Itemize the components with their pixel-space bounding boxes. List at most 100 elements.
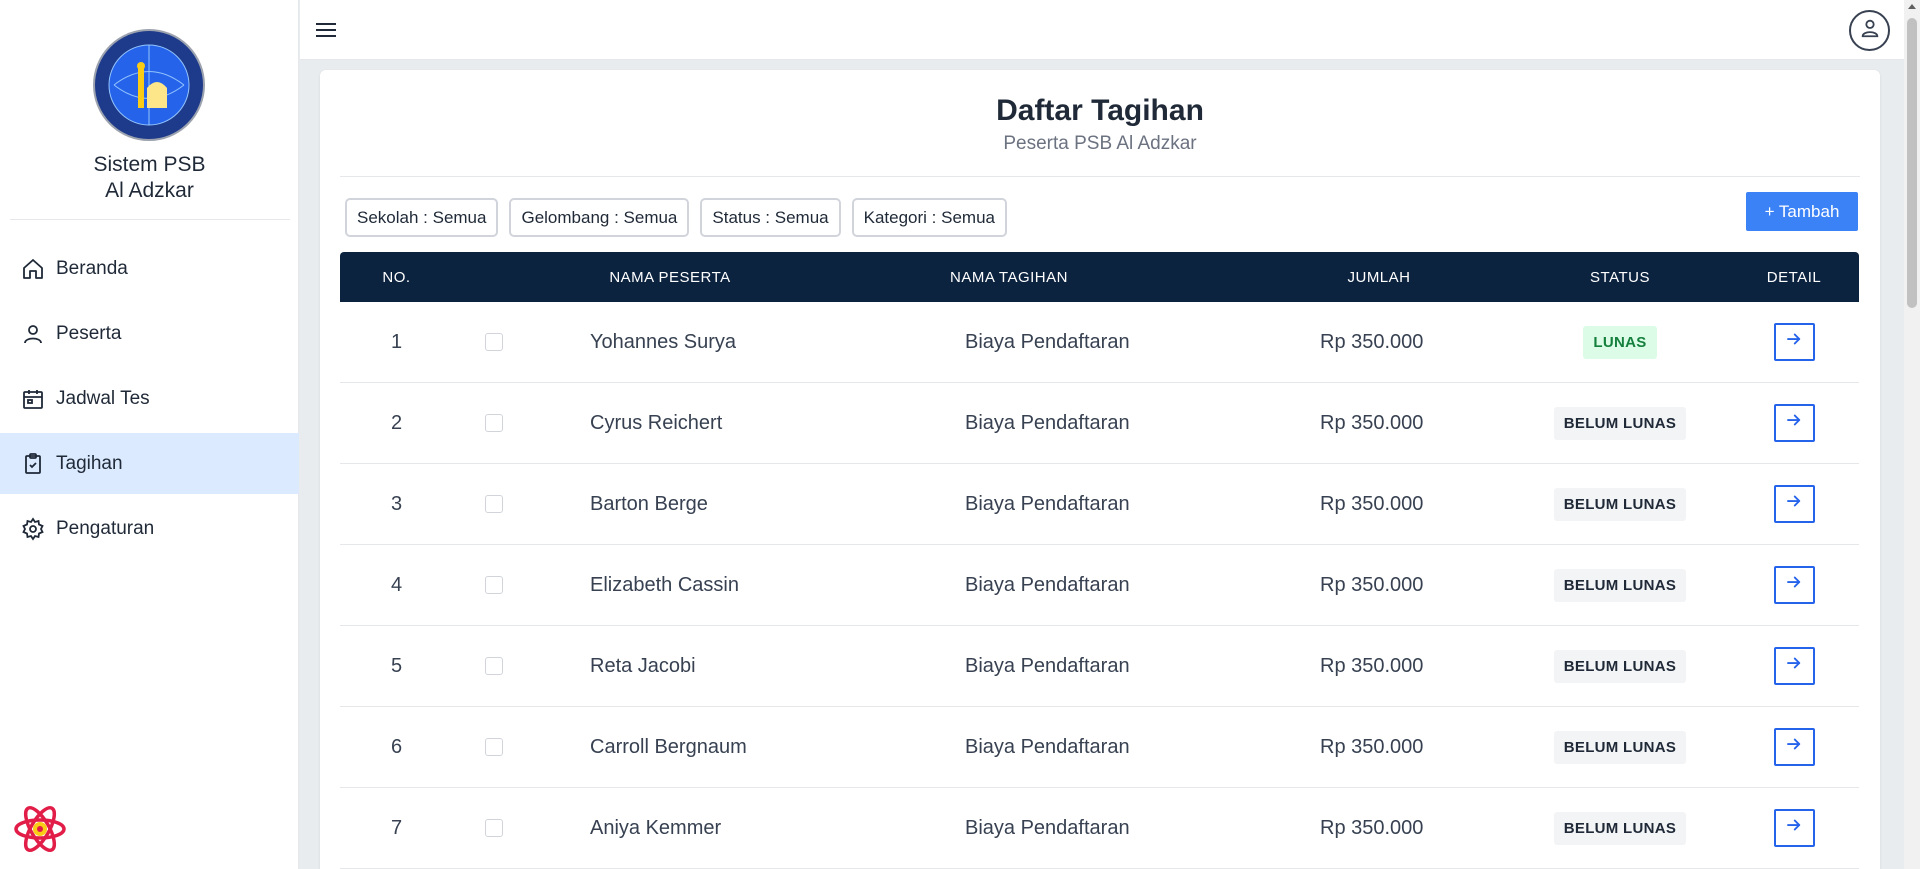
user-icon bbox=[21, 322, 45, 346]
sidebar-item-beranda[interactable]: Beranda bbox=[0, 238, 299, 299]
table-row: 7 Aniya Kemmer Biaya Pendaftaran Rp 350.… bbox=[340, 788, 1859, 869]
table-row: 5 Reta Jacobi Biaya Pendaftaran Rp 350.0… bbox=[340, 626, 1859, 707]
gear-icon bbox=[21, 516, 45, 541]
arrow-right-icon bbox=[1785, 411, 1803, 435]
detail-button[interactable] bbox=[1773, 809, 1815, 847]
school-logo[interactable] bbox=[92, 28, 206, 142]
user-avatar-icon bbox=[1859, 17, 1881, 44]
bill-name: Biaya Pendaftaran bbox=[965, 330, 1130, 353]
sidebar-item-pengaturan[interactable]: Pengaturan bbox=[0, 498, 299, 559]
scrollbar-thumb[interactable] bbox=[1907, 18, 1917, 308]
arrow-right-icon bbox=[1785, 735, 1803, 759]
bill-name: Biaya Pendaftaran bbox=[965, 492, 1130, 515]
col-detail: DETAIL bbox=[1766, 268, 1822, 286]
sidebar-item-peserta[interactable]: Peserta bbox=[0, 303, 299, 364]
detail-button[interactable] bbox=[1773, 566, 1815, 604]
menu-icon[interactable] bbox=[314, 18, 338, 42]
react-logo-icon bbox=[12, 804, 68, 854]
row-number: 7 bbox=[390, 816, 403, 839]
arrow-right-icon bbox=[1785, 330, 1803, 354]
status-badge: LUNAS bbox=[1583, 325, 1657, 359]
bill-name: Biaya Pendaftaran bbox=[965, 573, 1130, 596]
status-badge: BELUM LUNAS bbox=[1553, 649, 1687, 683]
filter-sekolah[interactable]: Sekolah : Semua bbox=[345, 198, 499, 237]
status-badge: BELUM LUNAS bbox=[1553, 568, 1687, 602]
topbar bbox=[300, 0, 1904, 60]
row-number: 4 bbox=[390, 573, 403, 596]
sidebar-item-label: Peserta bbox=[56, 322, 122, 344]
filter-status[interactable]: Status : Semua bbox=[700, 198, 841, 237]
bill-amount: Rp 350.000 bbox=[1320, 654, 1424, 677]
row-checkbox[interactable] bbox=[485, 819, 503, 837]
col-nama-tagihan: NAMA TAGIHAN bbox=[950, 268, 1068, 286]
bill-amount: Rp 350.000 bbox=[1320, 816, 1424, 839]
participant-name: Reta Jacobi bbox=[590, 654, 696, 677]
row-checkbox[interactable] bbox=[485, 576, 503, 594]
profile-button[interactable] bbox=[1849, 10, 1890, 51]
brand-line-2: Al Adzkar bbox=[105, 179, 194, 202]
filter-bar: Sekolah : Semua Gelombang : Semua Status… bbox=[345, 198, 1007, 237]
col-no: NO. bbox=[382, 268, 411, 286]
bill-name: Biaya Pendaftaran bbox=[965, 654, 1130, 677]
divider bbox=[340, 176, 1860, 177]
sidebar-item-label: Tagihan bbox=[56, 452, 123, 474]
scroll-up-icon[interactable] bbox=[1908, 4, 1916, 9]
arrow-right-icon bbox=[1785, 816, 1803, 840]
participant-name: Aniya Kemmer bbox=[590, 816, 722, 839]
col-status: STATUS bbox=[1590, 268, 1650, 286]
arrow-right-icon bbox=[1785, 573, 1803, 597]
bill-amount: Rp 350.000 bbox=[1320, 573, 1424, 596]
bill-amount: Rp 350.000 bbox=[1320, 735, 1424, 758]
row-checkbox[interactable] bbox=[485, 738, 503, 756]
arrow-right-icon bbox=[1785, 492, 1803, 516]
brand-line-1: Sistem PSB bbox=[93, 153, 206, 176]
sidebar-item-label: Pengaturan bbox=[56, 517, 155, 539]
bill-name: Biaya Pendaftaran bbox=[965, 816, 1130, 839]
table-row: 3 Barton Berge Biaya Pendaftaran Rp 350.… bbox=[340, 464, 1859, 545]
sidebar-item-tagihan[interactable]: Tagihan bbox=[0, 433, 299, 494]
detail-button[interactable] bbox=[1773, 404, 1815, 442]
sidebar-item-label: Jadwal Tes bbox=[56, 387, 150, 409]
sidebar-item-jadwal-tes[interactable]: Jadwal Tes bbox=[0, 368, 299, 429]
page-scrollbar[interactable] bbox=[1904, 0, 1920, 869]
bill-amount: Rp 350.000 bbox=[1320, 411, 1424, 434]
table-row: 6 Carroll Bergnaum Biaya Pendaftaran Rp … bbox=[340, 707, 1859, 788]
sidebar: Sistem PSB Al Adzkar Beranda Peserta Jad… bbox=[0, 0, 299, 869]
table-header: NO. NAMA PESERTA NAMA TAGIHAN JUMLAH STA… bbox=[340, 252, 1859, 302]
participant-name: Carroll Bergnaum bbox=[590, 735, 747, 758]
row-checkbox[interactable] bbox=[485, 414, 503, 432]
filter-gelombang[interactable]: Gelombang : Semua bbox=[509, 198, 690, 237]
row-checkbox[interactable] bbox=[485, 333, 503, 351]
row-checkbox[interactable] bbox=[485, 495, 503, 513]
calendar-icon bbox=[21, 387, 45, 411]
row-number: 1 bbox=[390, 330, 403, 353]
row-checkbox[interactable] bbox=[485, 657, 503, 675]
table-row: 1 Yohannes Surya Biaya Pendaftaran Rp 35… bbox=[340, 302, 1859, 383]
status-badge: BELUM LUNAS bbox=[1553, 487, 1687, 521]
main-card: Daftar Tagihan Peserta PSB Al Adzkar Sek… bbox=[320, 70, 1880, 869]
status-badge: BELUM LUNAS bbox=[1553, 811, 1687, 845]
participant-name: Barton Berge bbox=[590, 492, 708, 515]
detail-button[interactable] bbox=[1773, 647, 1815, 685]
detail-button[interactable] bbox=[1773, 323, 1815, 361]
bill-amount: Rp 350.000 bbox=[1320, 492, 1424, 515]
row-number: 6 bbox=[390, 735, 403, 758]
app-brand: Sistem PSB Al Adzkar bbox=[0, 152, 299, 204]
col-nama-peserta: NAMA PESERTA bbox=[609, 268, 731, 286]
arrow-right-icon bbox=[1785, 654, 1803, 678]
participant-name: Cyrus Reichert bbox=[590, 411, 723, 434]
col-jumlah: JUMLAH bbox=[1347, 268, 1411, 286]
row-number: 5 bbox=[390, 654, 403, 677]
billing-table: NO. NAMA PESERTA NAMA TAGIHAN JUMLAH STA… bbox=[340, 252, 1859, 869]
page-subtitle: Peserta PSB Al Adzkar bbox=[1003, 133, 1197, 154]
filter-kategori[interactable]: Kategori : Semua bbox=[851, 198, 1007, 237]
status-badge: BELUM LUNAS bbox=[1553, 406, 1687, 440]
sidebar-nav: Beranda Peserta Jadwal Tes Tagihan Penga… bbox=[0, 238, 299, 563]
add-button[interactable]: + Tambah bbox=[1746, 192, 1858, 231]
detail-button[interactable] bbox=[1773, 728, 1815, 766]
detail-button[interactable] bbox=[1773, 485, 1815, 523]
sidebar-divider bbox=[10, 219, 290, 220]
sidebar-item-label: Beranda bbox=[56, 257, 128, 279]
row-number: 2 bbox=[390, 411, 403, 434]
page-title: Daftar Tagihan bbox=[996, 94, 1204, 127]
